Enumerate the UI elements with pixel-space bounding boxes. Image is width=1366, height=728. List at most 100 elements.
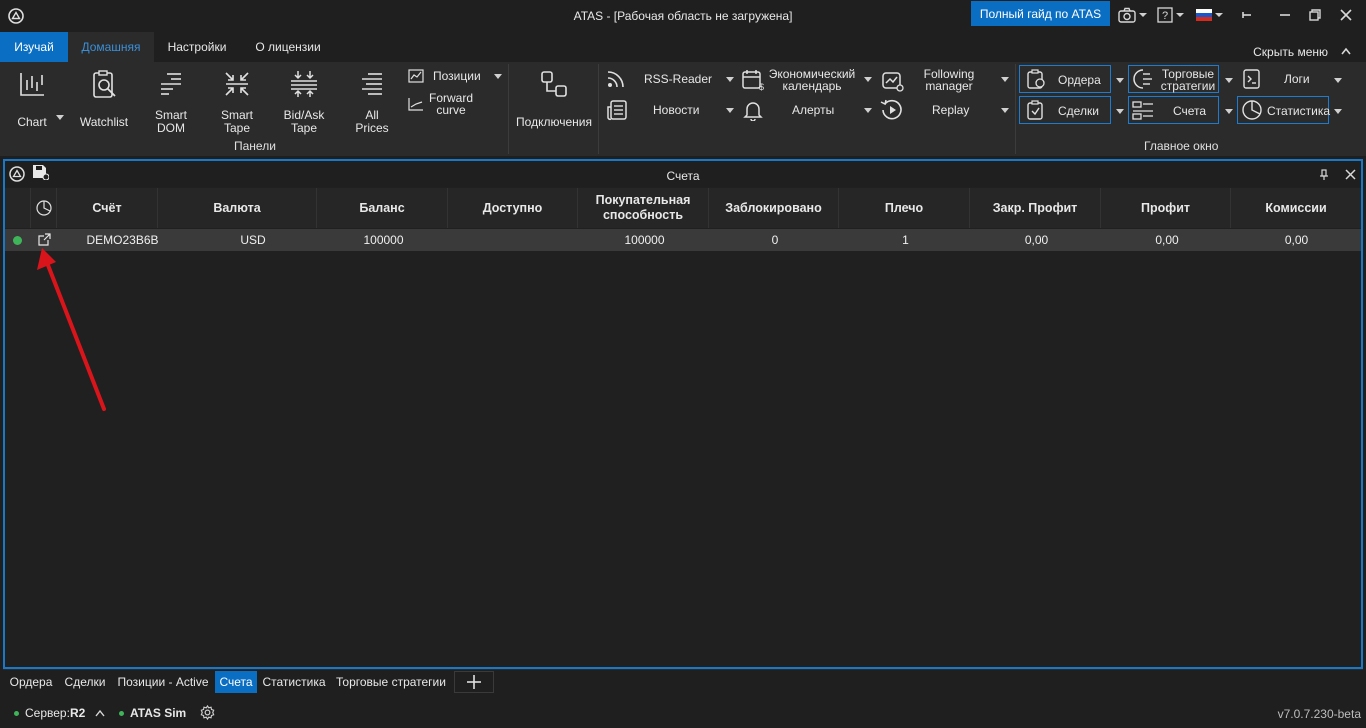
bottom-tab-deals[interactable]: Сделки — [59, 671, 111, 693]
chevron-down-icon[interactable] — [494, 74, 502, 79]
chevron-down-icon[interactable] — [726, 108, 734, 113]
chevron-up-icon[interactable] — [95, 709, 105, 717]
balance-cell: 100000 — [363, 233, 404, 247]
panel-header: Счета — [5, 161, 1361, 187]
connections-button[interactable]: Подключения — [512, 70, 596, 129]
forward-curve-label-2: curve — [436, 103, 466, 117]
accounts-window-button[interactable]: Счета — [1128, 96, 1219, 124]
forward-curve-icon — [408, 98, 423, 111]
column-header[interactable]: Комиссии — [1231, 188, 1361, 228]
help-button[interactable]: ? — [1157, 6, 1184, 24]
trading-strategies-button[interactable]: Торговые стратегии — [1128, 65, 1219, 93]
bottom-tab-accounts[interactable]: Счета — [215, 671, 257, 693]
orders-window-button[interactable]: Ордера — [1019, 65, 1111, 93]
table-row[interactable]: DEMO23B6B USD 100000 100000 0 1 0,00 0,0… — [5, 229, 1361, 251]
main-window-group-label: Главное окно — [1144, 139, 1219, 153]
replay-icon — [880, 99, 902, 120]
column-header[interactable]: Закр. Профит — [970, 188, 1101, 228]
column-header[interactable]: Профит — [1101, 188, 1231, 228]
chevron-down-icon[interactable] — [726, 77, 734, 82]
leverage-cell: 1 — [902, 233, 909, 247]
smart-tape-button[interactable]: Smart Tape — [214, 70, 260, 135]
chevron-down-icon[interactable] — [1334, 78, 1342, 83]
sim-label: ATAS Sim — [130, 706, 187, 720]
hide-menu-button[interactable]: Скрыть меню — [1253, 45, 1328, 59]
chevron-down-icon[interactable] — [1116, 109, 1124, 114]
rss-reader-button[interactable]: RSS-Reader — [606, 68, 738, 90]
screenshot-button[interactable] — [1118, 6, 1147, 24]
column-header[interactable]: Заблокировано — [709, 188, 839, 228]
positions-label: Позиции — [433, 69, 481, 83]
alerts-button[interactable]: Алерты — [742, 99, 876, 121]
following-manager-button[interactable]: Following manager — [880, 66, 1012, 94]
chevron-up-icon[interactable] — [1341, 47, 1351, 55]
accounts-icon — [1132, 101, 1153, 120]
pin-icon[interactable] — [1319, 169, 1329, 181]
chevron-down-icon[interactable] — [864, 77, 872, 82]
bid-ask-tape-button[interactable]: Bid/Ask Tape — [280, 70, 328, 135]
economic-calendar-button[interactable]: $ Экономический календарь — [742, 66, 876, 94]
panels-group-label: Панели — [234, 139, 276, 153]
chevron-down-icon[interactable] — [1225, 109, 1233, 114]
statistics-window-button[interactable]: Статистика — [1237, 96, 1330, 124]
news-label: Новости — [653, 103, 700, 117]
bid-ask-label-2: Tape — [290, 121, 318, 135]
smart-dom-button[interactable]: Smart DOM — [148, 70, 194, 135]
svg-text:?: ? — [1162, 10, 1168, 22]
sim-status[interactable]: ATAS Sim — [119, 706, 186, 720]
orders-icon — [1027, 69, 1045, 89]
tab-license[interactable]: О лицензии — [243, 32, 333, 62]
replay-label: Replay — [932, 103, 970, 117]
online-status-indicator — [14, 710, 19, 716]
bottom-tab-statistics[interactable]: Статистика — [259, 671, 329, 693]
chevron-down-icon[interactable] — [1116, 78, 1124, 83]
tab-learn[interactable]: Изучай — [0, 32, 68, 62]
minimize-button[interactable] — [1279, 6, 1291, 24]
column-header[interactable]: Счёт — [57, 188, 158, 228]
close-window-button[interactable] — [1340, 6, 1352, 24]
all-prices-icon — [362, 73, 382, 95]
tab-home[interactable]: Домашняя — [68, 32, 154, 62]
news-button[interactable]: Новости — [606, 99, 738, 121]
statistics-column-header[interactable] — [31, 188, 57, 228]
chevron-down-icon[interactable] — [864, 108, 872, 113]
orders-label: Ордера — [1058, 73, 1101, 87]
server-status[interactable]: Сервер: R2 — [14, 706, 105, 720]
full-guide-button[interactable]: Полный гайд по ATAS — [971, 1, 1110, 26]
deals-window-button[interactable]: Сделки — [1019, 96, 1111, 124]
bottom-tabs: Ордера Сделки Позиции - Active Счета Ста… — [3, 669, 1363, 693]
version-label: v7.0.7.230-beta — [1277, 707, 1361, 721]
chevron-down-icon[interactable] — [1001, 108, 1009, 113]
chevron-down-icon[interactable] — [1334, 109, 1342, 114]
replay-button[interactable]: Replay — [880, 98, 1012, 122]
column-header[interactable]: Валюта — [158, 188, 317, 228]
add-tab-button[interactable] — [454, 671, 494, 693]
maximize-button[interactable] — [1309, 6, 1321, 24]
bottom-tab-orders[interactable]: Ордера — [5, 671, 57, 693]
chart-button[interactable]: Chart — [12, 70, 52, 129]
forward-curve-button[interactable]: Forward curve — [408, 92, 488, 118]
close-icon[interactable] — [1345, 169, 1356, 180]
tab-settings[interactable]: Настройки — [157, 32, 237, 62]
chevron-down-icon[interactable] — [1225, 78, 1233, 83]
column-header[interactable]: Плечо — [839, 188, 970, 228]
gear-icon[interactable] — [200, 705, 215, 720]
watchlist-button[interactable]: Watchlist — [76, 70, 132, 129]
column-header[interactable]: Баланс — [317, 188, 448, 228]
accounts-grid-header: Счёт Валюта Баланс Доступно Покупательна… — [5, 188, 1361, 228]
column-header[interactable]: Доступно — [448, 188, 578, 228]
chevron-down-icon[interactable] — [56, 115, 64, 120]
column-header[interactable]: Покупательная способность — [578, 188, 709, 228]
server-label: Сервер: — [25, 706, 70, 720]
all-prices-button[interactable]: All Prices — [349, 70, 395, 135]
bottom-tab-positions[interactable]: Позиции - Active — [113, 671, 213, 693]
positions-icon — [408, 69, 424, 83]
online-status-indicator — [119, 710, 124, 716]
positions-button[interactable]: Позиции — [408, 68, 504, 84]
collapse-button[interactable] — [1241, 6, 1253, 24]
logs-window-button[interactable]: Логи — [1240, 66, 1344, 92]
closed-profit-cell: 0,00 — [1024, 233, 1049, 247]
chevron-down-icon[interactable] — [1001, 77, 1009, 82]
language-button[interactable] — [1196, 6, 1223, 24]
bottom-tab-strategies[interactable]: Торговые стратегии — [331, 671, 451, 693]
